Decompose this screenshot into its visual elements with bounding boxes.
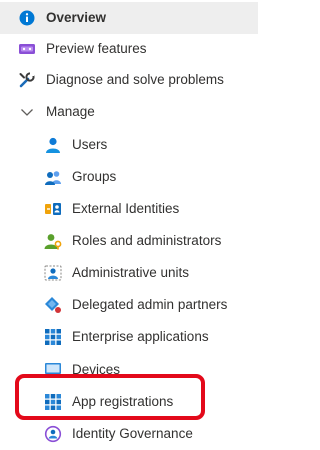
nav-item-label: Devices <box>72 362 121 377</box>
administrative-units-icon <box>44 264 62 282</box>
nav-item-label: Overview <box>46 10 107 25</box>
external-identities-icon <box>44 200 62 218</box>
nav-item-diagnose-and-solve-problems[interactable]: Diagnose and solve problems <box>0 64 258 96</box>
nav-item-label: External Identities <box>72 201 180 216</box>
enterprise-apps-icon <box>44 328 62 346</box>
nav-section-label: Manage <box>46 104 95 119</box>
nav-item-label: Preview features <box>46 41 147 56</box>
nav-item-label: Diagnose and solve problems <box>46 72 224 87</box>
nav-item-label: App registrations <box>72 394 174 409</box>
identity-governance-icon <box>44 425 62 443</box>
nav-item-administrative-units[interactable]: Administrative units <box>0 257 258 289</box>
nav-item-users[interactable]: Users <box>0 129 258 161</box>
user-icon <box>44 136 62 154</box>
roles-icon <box>44 232 62 250</box>
nav-item-overview[interactable]: Overview <box>0 2 258 34</box>
groups-icon <box>44 168 62 186</box>
nav-item-enterprise-applications[interactable]: Enterprise applications <box>0 321 258 353</box>
nav-item-label: Administrative units <box>72 265 190 280</box>
nav-item-devices[interactable]: Devices <box>0 354 258 386</box>
nav-item-label: Groups <box>72 169 117 184</box>
left-navigation-menu: Overview Preview features Diagnose and s… <box>0 0 258 443</box>
nav-item-label: Enterprise applications <box>72 329 209 344</box>
nav-item-label: Identity Governance <box>72 426 193 441</box>
info-icon <box>18 9 36 27</box>
nav-item-roles-and-administrators[interactable]: Roles and administrators <box>0 225 258 257</box>
nav-item-external-identities[interactable]: External Identities <box>0 193 258 225</box>
nav-section-manage[interactable]: Manage <box>0 96 258 128</box>
chevron-down-icon <box>18 103 36 121</box>
nav-item-app-registrations[interactable]: App registrations <box>0 386 258 418</box>
nav-item-groups[interactable]: Groups <box>0 161 258 193</box>
wrench-icon <box>18 71 36 89</box>
devices-icon <box>44 361 62 379</box>
preview-features-icon <box>18 40 36 58</box>
nav-item-label: Roles and administrators <box>72 233 222 248</box>
nav-item-preview-features[interactable]: Preview features <box>0 33 258 65</box>
nav-item-label: Delegated admin partners <box>72 297 228 312</box>
nav-item-identity-governance[interactable]: Identity Governance <box>0 418 258 450</box>
delegated-admin-icon <box>44 296 62 314</box>
app-registrations-icon <box>44 393 62 411</box>
nav-item-delegated-admin-partners[interactable]: Delegated admin partners <box>0 289 258 321</box>
nav-item-label: Users <box>72 137 108 152</box>
